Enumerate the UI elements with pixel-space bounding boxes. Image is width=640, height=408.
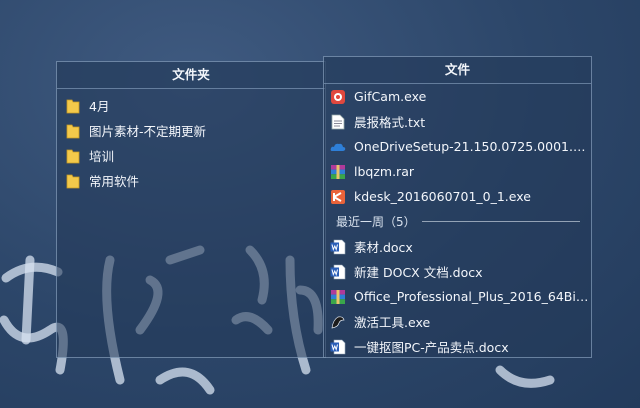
word-doc-icon (330, 339, 346, 355)
archive-icon (330, 289, 346, 305)
recent-file-item[interactable]: Office_Professional_Plus_2016_64Bit... (324, 284, 591, 309)
file-item[interactable]: 晨报格式.txt (324, 109, 591, 134)
folder-item-label: 常用软件 (89, 174, 140, 189)
recent-file-item-label: 新建 DOCX 文档.docx (354, 265, 483, 280)
folder-item[interactable]: 图片素材-不定期更新 (57, 118, 325, 143)
archive-icon (330, 164, 346, 180)
file-list: GifCam.exe 晨报格式.txt OneDriveSetup-21.150.0… (324, 84, 591, 209)
file-item[interactable]: OneDriveSetup-21.150.0725.0001.e... (324, 134, 591, 159)
folder-icon (65, 98, 81, 114)
folder-item-label: 图片素材-不定期更新 (89, 124, 207, 139)
folder-list: 4月图片素材-不定期更新 培训常用软件 (57, 89, 325, 193)
folder-item-label: 4月 (89, 99, 110, 114)
file-item-label: GifCam.exe (354, 89, 427, 104)
file-item-label: kdesk_2016060701_0_1.exe (354, 189, 531, 204)
file-item-label: OneDriveSetup-21.150.0725.0001.e... (354, 139, 591, 154)
gifcam-icon (330, 89, 346, 105)
folder-icon (65, 148, 81, 164)
onedrive-icon (330, 139, 346, 155)
folder-item[interactable]: 4月 (57, 93, 325, 118)
file-item[interactable]: lbqzm.rar (324, 159, 591, 184)
recent-week-section: 最近一周（5） (324, 209, 591, 234)
word-doc-icon (330, 239, 346, 255)
folders-panel: 文件夹 4月图片素材-不定期更新 培训常用软件 (56, 61, 326, 358)
file-item[interactable]: kdesk_2016060701_0_1.exe (324, 184, 591, 209)
recent-file-item-label: Office_Professional_Plus_2016_64Bit... (354, 289, 591, 304)
folder-item-label: 培训 (89, 149, 115, 164)
recent-file-item-label: 一键抠图PC-产品卖点.docx (354, 340, 509, 355)
folder-item[interactable]: 常用软件 (57, 168, 325, 193)
recent-file-item[interactable]: 新建 DOCX 文档.docx (324, 259, 591, 284)
activator-icon (330, 314, 346, 330)
files-panel: 文件 GifCam.exe 晨报格式.txt OneDriveSetup-21.15… (323, 56, 592, 358)
recent-file-item[interactable]: 激活工具.exe (324, 309, 591, 334)
folder-icon (65, 173, 81, 189)
recent-file-list: 素材.docx 新建 DOCX 文档.docx Office_Professiona… (324, 234, 591, 359)
recent-file-item[interactable]: 素材.docx (324, 234, 591, 259)
recent-file-item-label: 激活工具.exe (354, 315, 431, 330)
folder-icon (65, 123, 81, 139)
text-file-icon (330, 114, 346, 130)
recent-file-item[interactable]: 一键抠图PC-产品卖点.docx (324, 334, 591, 359)
file-item[interactable]: GifCam.exe (324, 84, 591, 109)
files-panel-title: 文件 (324, 57, 591, 84)
folder-item[interactable]: 培训 (57, 143, 325, 168)
recent-week-label: 最近一周（5） (336, 215, 416, 229)
word-doc-icon (330, 264, 346, 280)
recent-file-item-label: 素材.docx (354, 240, 413, 255)
kdesk-icon (330, 189, 346, 205)
folders-panel-title: 文件夹 (57, 62, 325, 89)
file-item-label: lbqzm.rar (354, 164, 414, 179)
section-divider (421, 221, 580, 222)
file-item-label: 晨报格式.txt (354, 115, 426, 130)
